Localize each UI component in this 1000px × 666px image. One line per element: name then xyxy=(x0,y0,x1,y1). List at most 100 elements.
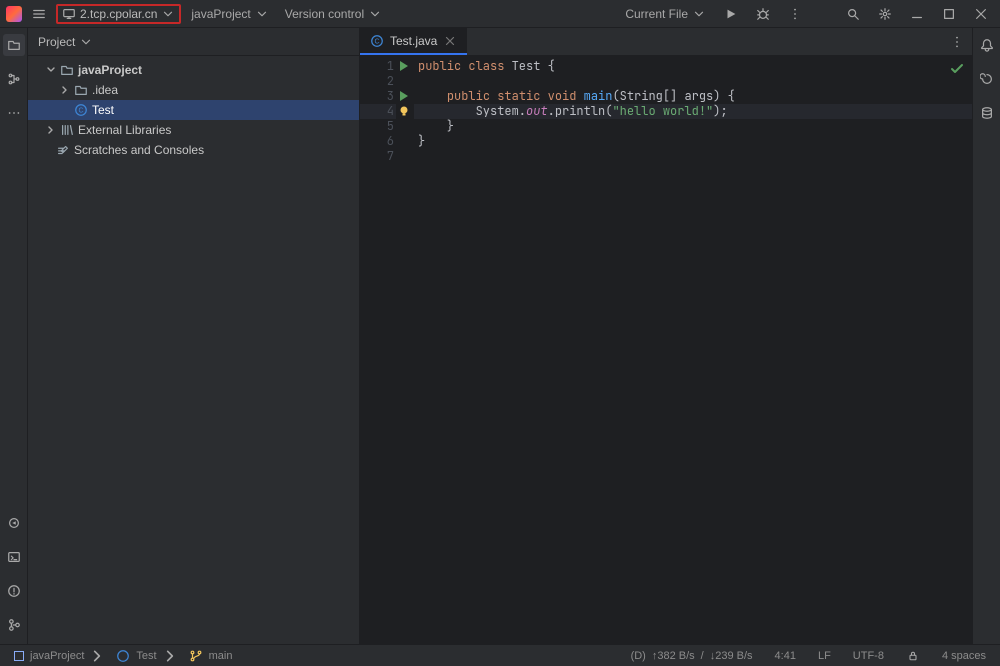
lock-icon xyxy=(906,649,920,663)
java-class-icon xyxy=(116,649,130,663)
terminal-tool-button[interactable] xyxy=(3,546,25,568)
vdots-icon xyxy=(950,35,964,49)
remote-host-label: 2.tcp.cpolar.cn xyxy=(80,7,157,21)
maximize-button[interactable] xyxy=(936,5,962,23)
run-gutter-icon[interactable] xyxy=(398,60,410,72)
file-encoding[interactable]: UTF-8 xyxy=(847,650,890,662)
run-button[interactable] xyxy=(718,5,744,23)
vcs-dropdown[interactable]: Version control xyxy=(279,5,388,23)
bell-icon xyxy=(980,38,994,52)
indent-status[interactable]: 4 spaces xyxy=(936,650,992,662)
git-tool-button[interactable] xyxy=(3,614,25,636)
line-separator[interactable]: LF xyxy=(812,650,837,662)
inspection-check-icon[interactable] xyxy=(950,62,964,80)
tree-label: javaProject xyxy=(78,63,142,77)
readonly-toggle[interactable] xyxy=(900,649,926,663)
tree-label: Test xyxy=(92,103,114,117)
bug-icon xyxy=(756,7,770,21)
network-status[interactable]: (D) ↑382 B/s / ↓239 B/s xyxy=(625,650,759,662)
minimize-button[interactable] xyxy=(904,5,930,23)
actions-button[interactable] xyxy=(782,5,808,23)
bulb-icon[interactable] xyxy=(398,105,410,117)
more-tool-button[interactable] xyxy=(3,102,25,124)
project-tool-button[interactable] xyxy=(3,34,25,56)
sidebar-title: Project xyxy=(38,35,75,49)
folder-icon xyxy=(74,83,88,97)
tree-folder-idea[interactable]: .idea xyxy=(28,80,359,100)
tree-label: .idea xyxy=(92,83,118,97)
git-icon xyxy=(7,618,21,632)
breadcrumb-project[interactable]: javaProject xyxy=(8,649,110,663)
line-number: 7 xyxy=(387,148,394,164)
search-icon xyxy=(846,7,860,21)
project-dropdown[interactable]: javaProject xyxy=(185,5,274,23)
library-icon xyxy=(60,123,74,137)
build-icon xyxy=(7,516,21,530)
chevron-down-icon[interactable] xyxy=(46,65,56,75)
close-icon[interactable] xyxy=(443,34,457,48)
search-button[interactable] xyxy=(840,5,866,23)
line-number: 2 xyxy=(387,73,394,89)
left-tool-rail xyxy=(0,28,28,644)
breadcrumb-file[interactable]: Test xyxy=(110,649,182,663)
debug-button[interactable] xyxy=(750,5,776,23)
code-editor[interactable]: 1 2 3 4 5 6 7 public class Test { public… xyxy=(360,56,972,644)
sidebar-header[interactable]: Project xyxy=(28,28,359,56)
line-number: 1 xyxy=(387,58,394,74)
tree-file-test[interactable]: C Test xyxy=(28,100,359,120)
git-branch[interactable]: main xyxy=(183,649,239,663)
close-button[interactable] xyxy=(968,5,994,23)
tab-options-button[interactable] xyxy=(942,28,972,55)
database-tool-button[interactable] xyxy=(976,102,998,124)
svg-text:C: C xyxy=(78,108,83,115)
breadcrumb-label: javaProject xyxy=(30,650,84,662)
close-icon xyxy=(974,7,988,21)
database-icon xyxy=(980,106,994,120)
structure-tool-button[interactable] xyxy=(3,68,25,90)
run-gutter-icon[interactable] xyxy=(398,90,410,102)
problems-icon xyxy=(7,584,21,598)
line-number: 4 xyxy=(387,103,394,119)
gutter[interactable]: 1 2 3 4 5 6 7 xyxy=(360,56,414,644)
chevron-down-icon xyxy=(255,7,269,21)
spiral-icon xyxy=(980,72,994,86)
maximize-icon xyxy=(942,7,956,21)
main-menu-button[interactable] xyxy=(26,5,52,23)
file-tab[interactable]: C Test.java xyxy=(360,28,467,55)
run-config-label: Current File xyxy=(625,7,688,21)
hamburger-icon xyxy=(32,7,46,21)
vdots-icon xyxy=(788,7,802,21)
build-tool-button[interactable] xyxy=(3,512,25,534)
code-content[interactable]: public class Test { public static void m… xyxy=(414,56,972,644)
chevron-right-icon[interactable] xyxy=(60,85,70,95)
monitor-icon xyxy=(62,7,76,21)
terminal-icon xyxy=(7,550,21,564)
hdots-icon xyxy=(7,106,21,120)
ide-logo-icon xyxy=(6,6,22,22)
structure-icon xyxy=(7,72,21,86)
chevron-right-icon xyxy=(90,649,104,663)
problems-tool-button[interactable] xyxy=(3,580,25,602)
scratches-icon xyxy=(56,143,70,157)
tree-label: External Libraries xyxy=(78,123,171,137)
cursor-position[interactable]: 4:41 xyxy=(769,650,802,662)
tree-external-libraries[interactable]: External Libraries xyxy=(28,120,359,140)
tree-label: Scratches and Consoles xyxy=(74,143,204,157)
remote-host-dropdown[interactable]: 2.tcp.cpolar.cn xyxy=(56,4,181,24)
ai-tool-button[interactable] xyxy=(976,68,998,90)
minimize-icon xyxy=(910,7,924,21)
editor-area: C Test.java 1 2 3 4 5 6 7 public class T… xyxy=(360,28,972,644)
java-class-icon: C xyxy=(370,34,384,48)
gear-icon xyxy=(878,7,892,21)
tree-root[interactable]: javaProject xyxy=(28,60,359,80)
status-bar: javaProject Test main (D) ↑382 B/s / ↓23… xyxy=(0,644,1000,666)
run-config-dropdown[interactable]: Current File xyxy=(619,5,712,23)
chevron-right-icon[interactable] xyxy=(46,125,56,135)
project-label: javaProject xyxy=(191,7,250,21)
notifications-button[interactable] xyxy=(976,34,998,56)
folder-icon xyxy=(60,63,74,77)
line-number: 6 xyxy=(387,133,394,149)
settings-button[interactable] xyxy=(872,5,898,23)
tree-scratches[interactable]: Scratches and Consoles xyxy=(28,140,359,160)
project-tree[interactable]: javaProject .idea C Test External Librar… xyxy=(28,56,359,644)
